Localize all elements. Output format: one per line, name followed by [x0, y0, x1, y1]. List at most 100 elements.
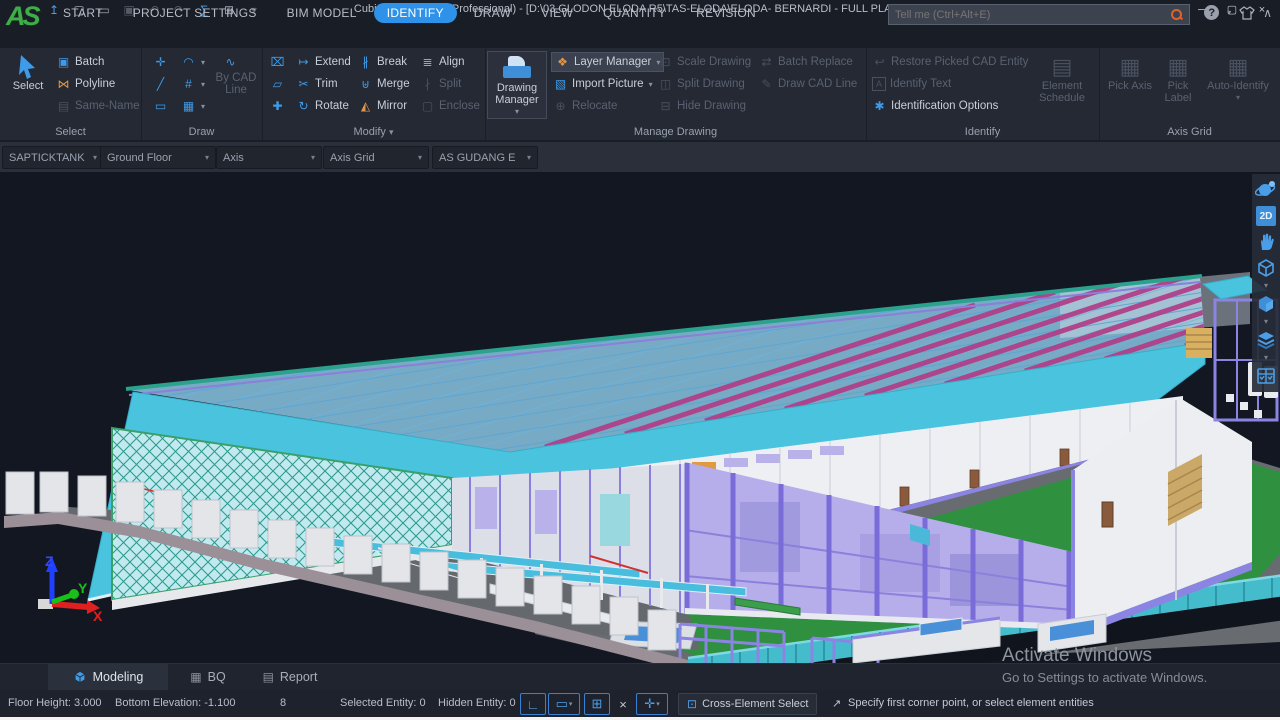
same-name-button[interactable]: ▤Same-Name — [56, 97, 140, 115]
scale-drawing-button[interactable]: ⊡Scale Drawing — [658, 53, 751, 71]
tab-report[interactable]: ▤ Report — [248, 664, 332, 690]
search-icon[interactable] — [1171, 9, 1183, 21]
element-schedule-button[interactable]: ▤ Element Schedule — [1030, 54, 1094, 104]
select-cursor-icon — [17, 54, 39, 80]
batch-button[interactable]: ▣Batch — [56, 53, 104, 71]
tell-me-search[interactable] — [888, 4, 1190, 25]
status-bar: Floor Height: 3.000 Bottom Elevation: -1… — [0, 690, 1280, 717]
drawing-manager-button[interactable]: Drawing Manager ▾ — [487, 51, 547, 119]
mirror-button[interactable]: ◭Mirror — [358, 97, 407, 115]
pick-axis-button[interactable]: ▦ Pick Axis — [1107, 54, 1153, 92]
layers-dropdown-icon[interactable]: ▾ — [1264, 354, 1268, 362]
draw-grid-button[interactable]: #▾ — [181, 75, 205, 93]
line-icon: ╱ — [153, 77, 168, 91]
ortho-mode-icon[interactable]: ∟ — [520, 693, 546, 715]
draw-line-button[interactable]: ╱ — [153, 75, 168, 93]
move-button[interactable]: ✚ — [270, 97, 285, 115]
pick-label-icon: ▦ — [1168, 54, 1189, 80]
restore-picked-cad-icon: ↩ — [872, 55, 887, 69]
break-button[interactable]: ∦Break — [358, 53, 407, 71]
split-icon: ∤ — [420, 77, 435, 91]
floor-dropdown[interactable]: Ground Floor▾ — [100, 146, 216, 169]
group-label-modify[interactable]: Modify ▾ — [262, 126, 485, 138]
tab-quantity[interactable]: QUANTITY — [590, 3, 679, 23]
draw-point-button[interactable]: ✛ — [153, 53, 168, 71]
identify-text-button[interactable]: AIdentify Text — [872, 75, 951, 93]
layers-icon[interactable] — [1254, 328, 1278, 352]
draw-hatch-button[interactable]: ▦▾ — [181, 97, 205, 115]
draw-cad-line-button[interactable]: ✎Draw CAD Line — [759, 75, 857, 93]
ribbon: Select ▣Batch ⋈Polyline ▤Same-Name Selec… — [0, 48, 1280, 142]
by-cad-line-button[interactable]: By CAD Line — [213, 70, 259, 98]
ribbon-group-axis-grid: ▦ Pick Axis ▦ Pick Label ▦ Auto-Identify… — [1099, 48, 1280, 140]
split-drawing-button[interactable]: ◫Split Drawing — [658, 75, 745, 93]
theme-shirt-icon[interactable] — [1239, 6, 1255, 20]
draw-node-line-button[interactable]: ∿ — [223, 53, 238, 71]
element-dropdown[interactable]: Axis Grid▾ — [323, 146, 429, 169]
draw-rect-button[interactable]: ▭ — [153, 97, 168, 115]
extend-button[interactable]: ↦Extend — [296, 53, 351, 71]
tab-revision[interactable]: REVISION — [683, 3, 769, 23]
3d-viewport[interactable]: Z X Y 2D ▾ ▾ ▾ — [0, 172, 1280, 663]
move-icon: ✚ — [270, 99, 285, 113]
wireframe-dropdown-icon[interactable]: ▾ — [1264, 282, 1268, 290]
break-icon: ∦ — [358, 55, 373, 69]
2d-view-icon[interactable]: 2D — [1254, 204, 1278, 228]
polyline-button[interactable]: ⋈Polyline — [56, 75, 115, 93]
group-label-manage-drawing: Manage Drawing — [485, 126, 866, 138]
layer-manager-button[interactable]: ❖Layer Manager▾ — [551, 52, 664, 72]
merge-button[interactable]: ⊎Merge — [358, 75, 410, 93]
tab-bim-model[interactable]: BIM MODEL — [274, 3, 370, 23]
element-type-dropdown[interactable]: Axis▾ — [216, 146, 322, 169]
tab-project-settings[interactable]: PROJECT SETTINGS — [120, 3, 270, 23]
same-name-icon: ▤ — [56, 99, 71, 113]
orbit-icon[interactable] — [1254, 178, 1278, 202]
solid-dropdown-icon[interactable]: ▾ — [1264, 318, 1268, 326]
import-picture-button[interactable]: ▧Import Picture▾ — [553, 75, 653, 93]
model-canvas[interactable]: Z X Y — [0, 172, 1280, 663]
wireframe-cube-icon[interactable] — [1254, 256, 1278, 280]
rotate-icon: ↻ — [296, 99, 311, 113]
identification-options-button[interactable]: ✱Identification Options — [872, 97, 998, 115]
tab-identify[interactable]: IDENTIFY — [374, 3, 457, 23]
batch-replace-button[interactable]: ⇄Batch Replace — [759, 53, 853, 71]
tab-view[interactable]: VIEW — [528, 3, 586, 23]
snap-mode-icon[interactable]: ✛▾ — [636, 693, 668, 715]
enclose-button[interactable]: ▢Enclose — [420, 97, 480, 115]
restore-picked-cad-button[interactable]: ↩Restore Picked CAD Entity — [872, 53, 1028, 71]
copy-icon: ▱ — [270, 77, 285, 91]
hide-drawing-button[interactable]: ⊟Hide Drawing — [658, 97, 746, 115]
tab-start[interactable]: START — [50, 3, 116, 23]
search-input[interactable] — [889, 9, 1171, 21]
help-dropdown-icon[interactable]: ▾ — [1227, 8, 1231, 17]
copy-button[interactable]: ▱ — [270, 75, 285, 93]
ribbon-group-modify: ⌧ ↦Extend ∦Break ≣Align ▱ ✂Trim ⊎Merge ∤… — [262, 48, 486, 140]
tab-modeling[interactable]: Modeling — [48, 664, 168, 692]
drawing-manager-icon — [503, 56, 531, 79]
tab-bq[interactable]: ▦ BQ — [176, 664, 240, 690]
selected-entity-value: Selected Entity: 0 — [340, 697, 426, 709]
rotate-button[interactable]: ↻Rotate — [296, 97, 349, 115]
dynamic-input-icon[interactable]: ⊞ — [584, 693, 610, 715]
split-drawing-icon: ◫ — [658, 77, 673, 91]
collapse-ribbon-icon[interactable]: ∧ — [1263, 6, 1272, 20]
trim-button[interactable]: ✂Trim — [296, 75, 338, 93]
relocate-button[interactable]: ⊕Relocate — [553, 97, 617, 115]
delete-button[interactable]: ⌧ — [270, 53, 285, 71]
align-button[interactable]: ≣Align — [420, 53, 465, 71]
cross-cursor-icon[interactable]: × — [610, 693, 636, 715]
pick-label-button[interactable]: ▦ Pick Label — [1155, 54, 1201, 104]
tab-draw[interactable]: DRAW — [461, 3, 524, 23]
solid-cube-icon[interactable] — [1254, 292, 1278, 316]
pan-hand-icon[interactable] — [1254, 230, 1278, 254]
cross-element-select-button[interactable]: ⊡ Cross-Element Select — [678, 693, 817, 715]
auto-identify-button[interactable]: ▦ Auto-Identify ▾ — [1203, 54, 1273, 104]
split-button[interactable]: ∤Split — [420, 75, 461, 93]
rect-select-mode-icon[interactable]: ▭▾ — [548, 693, 580, 715]
help-icon[interactable]: ? — [1204, 5, 1219, 20]
drawing-dropdown[interactable]: AS GUDANG E▾ — [432, 146, 538, 169]
draw-arc-button[interactable]: ◠▾ — [181, 53, 205, 71]
project-dropdown[interactable]: SAPTICKTANK▾ — [2, 146, 104, 169]
select-button[interactable]: Select — [8, 54, 48, 92]
element-table-icon[interactable] — [1254, 364, 1278, 388]
